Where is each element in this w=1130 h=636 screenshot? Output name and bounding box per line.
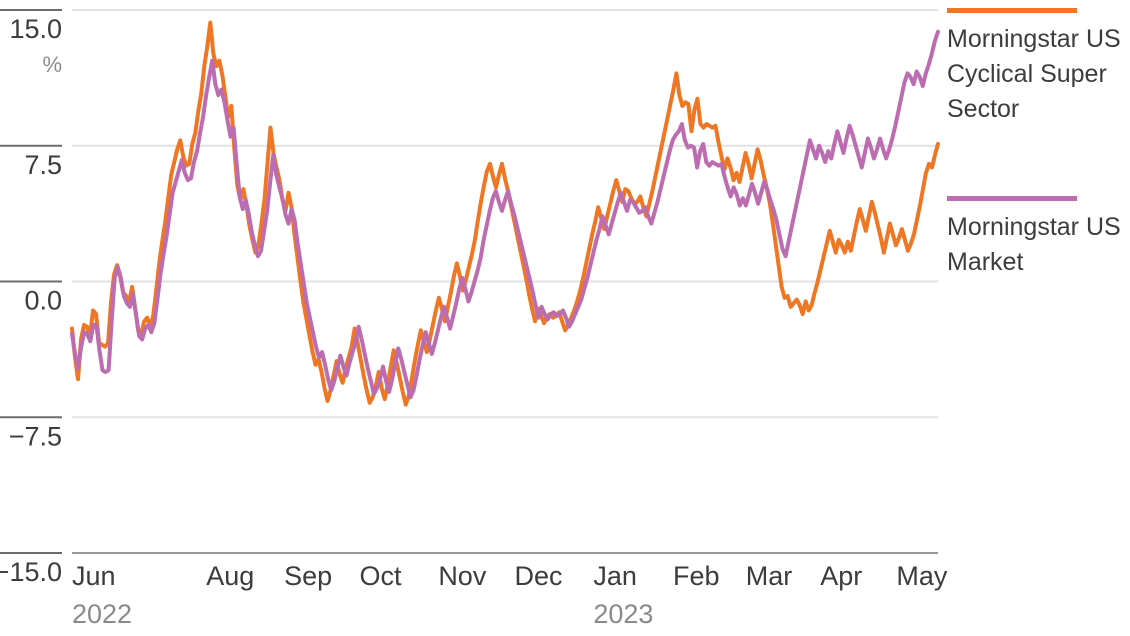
chart-container: 15.0 7.5 0.0 −7.5 −15.0% Jun 2022 Aug Sep Oct Nov D… — [0, 0, 1130, 636]
x-axis-tick-label: Aug — [206, 561, 254, 591]
y-axis-tick-label: −15.0 — [0, 557, 62, 587]
legend-color-swatch — [947, 8, 1077, 13]
series-line — [70, 20, 940, 407]
x-axis-tick-label: Apr — [820, 561, 862, 591]
x-axis-year-label: 2023 — [593, 599, 653, 629]
x-axis-tick-label: Mar — [746, 561, 793, 591]
legend-entry[interactable]: Morningstar US Cyclical Super Sector — [947, 8, 1123, 127]
x-axis-tick-label: Jun — [72, 561, 116, 591]
y-axis-tick-label: 15.0 — [9, 14, 62, 44]
y-axis-unit-label: % — [42, 52, 62, 77]
y-axis-tick-label: 0.0 — [24, 286, 62, 316]
y-axis: 15.0 7.5 0.0 −7.5 −15.0% — [0, 9, 62, 587]
x-axis-tick-label: Jan — [593, 561, 637, 591]
x-axis-tick-label: Nov — [438, 561, 487, 591]
x-axis-tick-label: Dec — [515, 561, 563, 591]
series-group — [70, 20, 940, 407]
x-axis-tick-label: May — [896, 561, 948, 591]
x-axis-tick-label: Sep — [284, 561, 332, 591]
legend-entry[interactable]: Morningstar US Market — [947, 196, 1123, 280]
x-axis-year-label: 2022 — [72, 599, 132, 629]
y-axis-tick-label: −7.5 — [9, 421, 62, 451]
x-axis: Jun 2022 Aug Sep Oct Nov Dec Jan 2023 Feb Mar Apr Ma… — [72, 561, 948, 629]
legend-label: Morningstar US Market — [947, 213, 1121, 276]
legend-color-swatch — [947, 196, 1077, 201]
y-axis-tick-label: 7.5 — [24, 150, 62, 180]
x-axis-tick-label: Oct — [360, 561, 403, 591]
legend-label: Morningstar US Cyclical Super Sector — [947, 25, 1121, 123]
x-axis-tick-label: Feb — [673, 561, 720, 591]
